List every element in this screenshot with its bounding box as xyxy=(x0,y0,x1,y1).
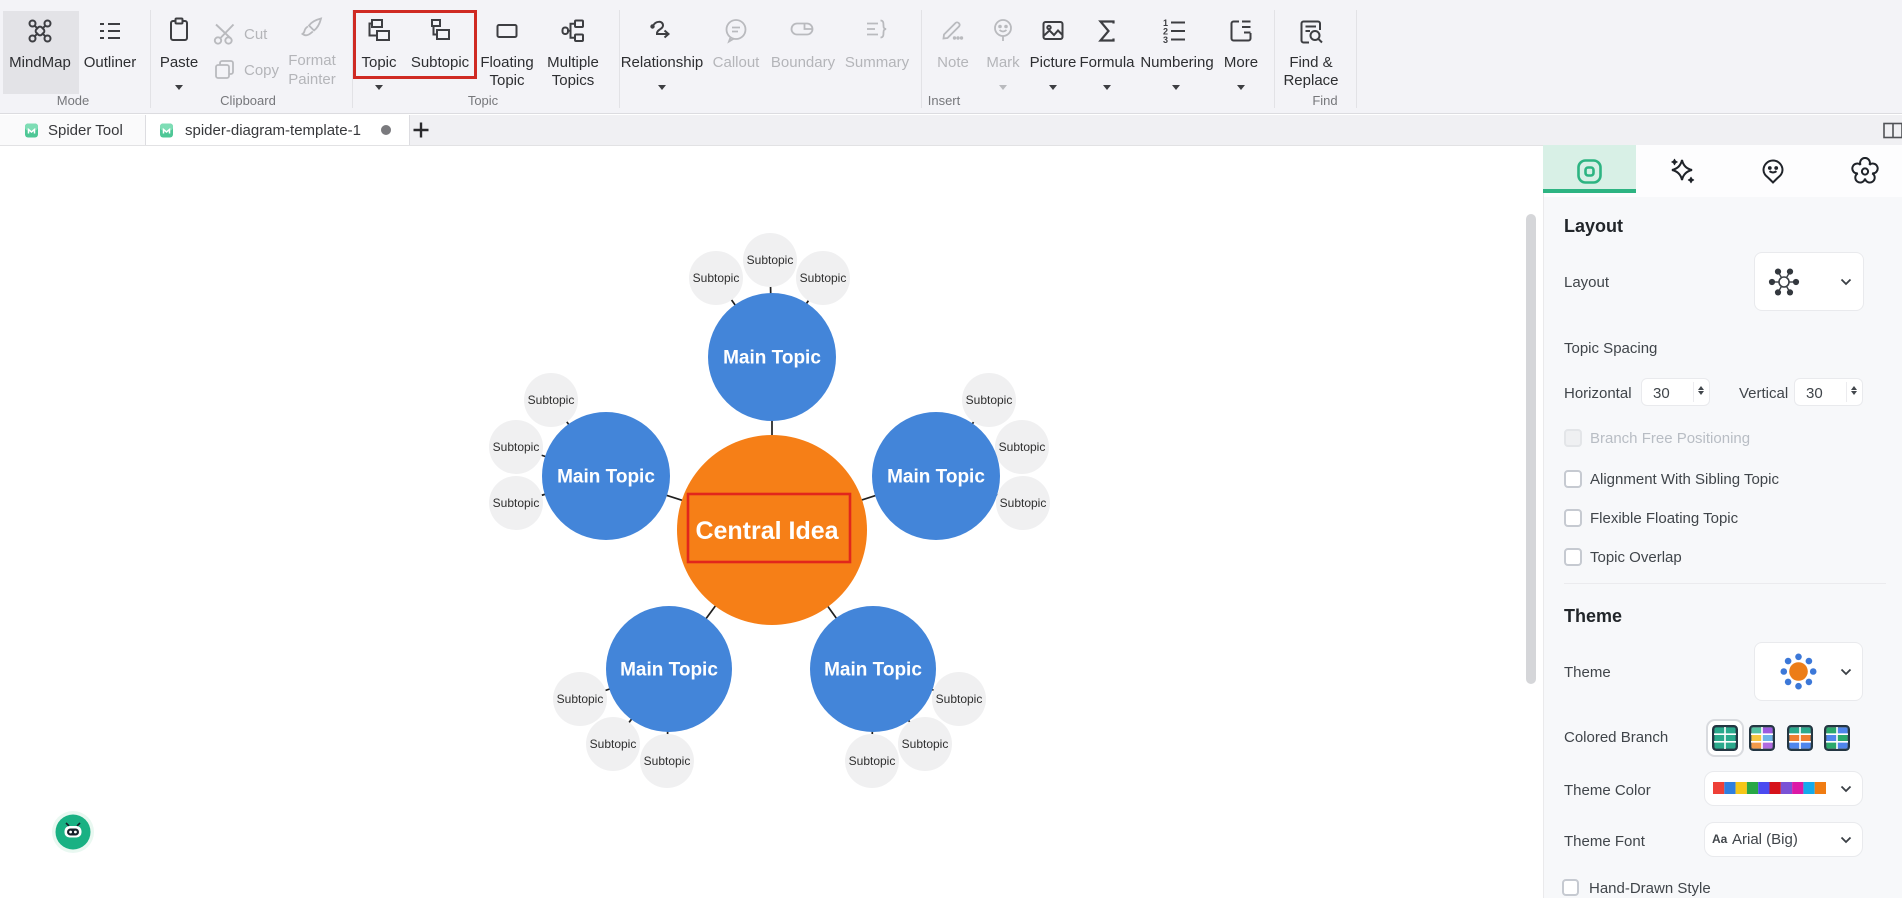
svg-text:Subtopic: Subtopic xyxy=(902,737,949,751)
svg-text:Subtopic: Subtopic xyxy=(747,253,794,267)
svg-text:Subtopic: Subtopic xyxy=(999,440,1046,454)
svg-text:Subtopic: Subtopic xyxy=(966,393,1013,407)
svg-text:Main Topic: Main Topic xyxy=(723,348,821,369)
svg-text:Subtopic: Subtopic xyxy=(590,737,637,751)
svg-text:Subtopic: Subtopic xyxy=(936,692,983,706)
svg-text:Central Idea: Central Idea xyxy=(695,517,839,545)
svg-text:Main Topic: Main Topic xyxy=(824,660,922,681)
svg-text:Subtopic: Subtopic xyxy=(849,754,896,768)
svg-text:Subtopic: Subtopic xyxy=(693,271,740,285)
svg-text:Subtopic: Subtopic xyxy=(1000,496,1047,510)
svg-text:Main Topic: Main Topic xyxy=(887,467,985,488)
svg-text:Subtopic: Subtopic xyxy=(528,393,575,407)
svg-text:Main Topic: Main Topic xyxy=(620,660,718,681)
svg-text:Subtopic: Subtopic xyxy=(493,496,540,510)
svg-text:Subtopic: Subtopic xyxy=(557,692,604,706)
svg-text:Subtopic: Subtopic xyxy=(800,271,847,285)
svg-text:Subtopic: Subtopic xyxy=(644,754,691,768)
svg-text:Subtopic: Subtopic xyxy=(493,440,540,454)
svg-text:Main Topic: Main Topic xyxy=(557,467,655,488)
